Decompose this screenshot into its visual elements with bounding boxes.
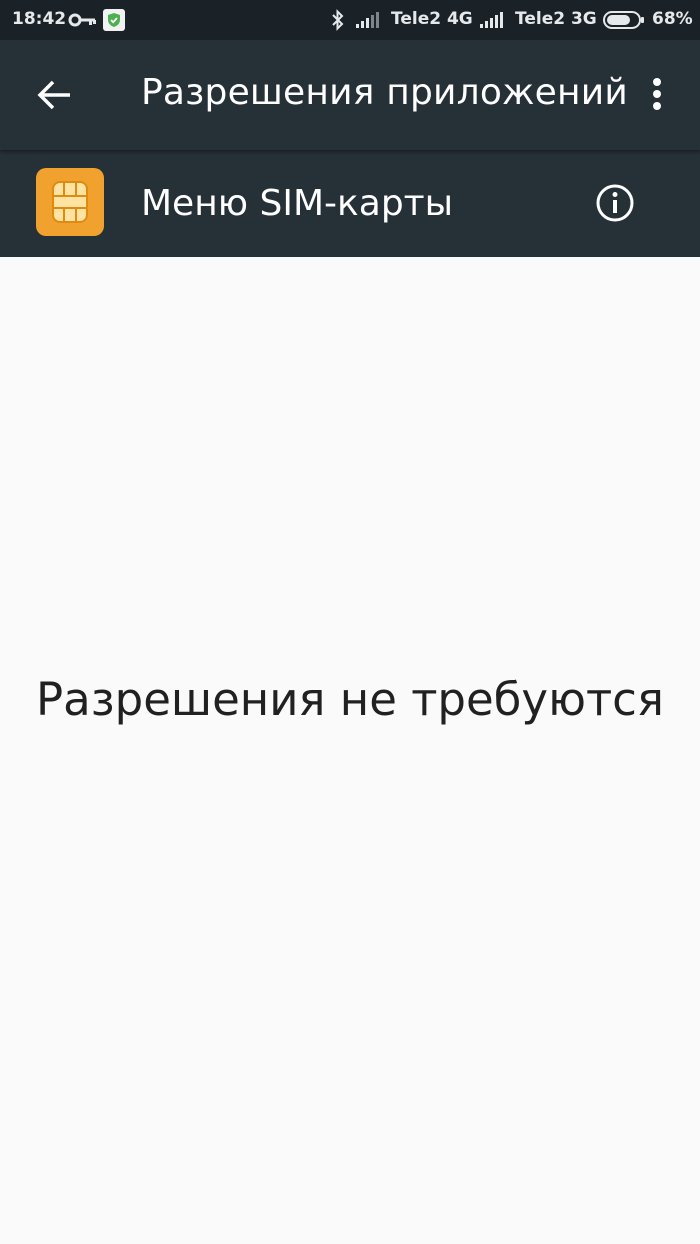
app-name: Меню SIM-карты	[141, 183, 454, 224]
status-bar: 18:42 Tele2 4G Tele2 3G 68%	[0, 0, 700, 40]
status-time: 18:42	[12, 9, 67, 29]
more-vert-icon	[653, 78, 661, 110]
battery-icon	[603, 11, 645, 29]
shield-check-icon	[103, 9, 125, 31]
more-options-button[interactable]	[640, 72, 674, 120]
permissions-content: Разрешения не требуются	[0, 257, 700, 1244]
arrow-left-icon	[37, 80, 70, 110]
app-bar: Разрешения приложений	[0, 40, 700, 150]
app-info-button[interactable]	[592, 180, 638, 226]
key-icon	[68, 11, 98, 29]
page-title: Разрешения приложений	[141, 72, 628, 113]
app-header-row: Меню SIM-карты	[0, 150, 700, 257]
info-icon	[596, 184, 634, 222]
battery-percent: 68%	[652, 9, 693, 29]
signal-icon	[480, 12, 506, 33]
operator-2: Tele2 3G	[515, 9, 597, 29]
bluetooth-icon	[330, 9, 346, 36]
operator-1: Tele2 4G	[391, 9, 473, 29]
sim-card-icon	[36, 168, 104, 236]
empty-state-message: Разрешения не требуются	[36, 673, 664, 726]
signal-icon	[356, 12, 382, 33]
back-button[interactable]	[30, 70, 80, 120]
